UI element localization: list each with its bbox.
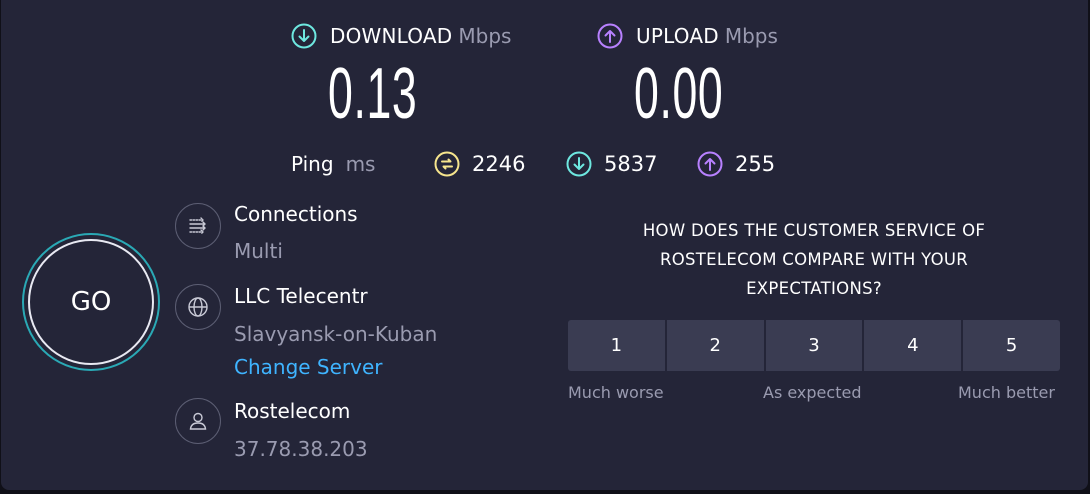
user-icon bbox=[175, 398, 221, 444]
download-value: 0.13 bbox=[328, 54, 418, 134]
go-button-label[interactable]: GO bbox=[71, 287, 112, 317]
go-button[interactable]: GO bbox=[22, 233, 160, 371]
go-button-inner[interactable]: GO bbox=[28, 239, 154, 365]
ping-upload: 255 bbox=[697, 150, 775, 178]
change-server-link[interactable]: Change Server bbox=[234, 355, 383, 379]
download-unit: Mbps bbox=[458, 24, 512, 48]
arrow-up-circle-icon bbox=[697, 151, 723, 177]
ping-jitter: 2246 bbox=[434, 150, 525, 178]
ping-download-value: 5837 bbox=[604, 152, 658, 176]
provider-ip: 37.78.38.203 bbox=[234, 437, 368, 461]
ping-upload-value: 255 bbox=[735, 152, 776, 176]
upload-value: 0.00 bbox=[634, 54, 724, 134]
speedtest-panel: DOWNLOAD Mbps 0.13 UPLOAD Mbps 0.00 Ping… bbox=[1, 0, 1088, 490]
download-metric: DOWNLOAD Mbps 0.13 bbox=[291, 22, 512, 130]
user-shape-icon bbox=[189, 412, 207, 430]
provider-name: Rostelecom bbox=[234, 399, 351, 423]
globe-icon bbox=[175, 284, 221, 330]
globe-shape-icon bbox=[188, 297, 208, 317]
upload-metric: UPLOAD Mbps 0.00 bbox=[597, 22, 778, 130]
arrow-up-circle-icon bbox=[597, 23, 623, 49]
ping-download: 5837 bbox=[566, 150, 657, 178]
ping-unit: ms bbox=[345, 152, 376, 176]
connections-icon[interactable] bbox=[175, 203, 221, 249]
upload-unit: Mbps bbox=[724, 24, 778, 48]
ping-row: Ping ms 2246 5837 255 bbox=[291, 150, 775, 178]
connections-title: Connections bbox=[234, 202, 358, 226]
upload-label: UPLOAD bbox=[636, 24, 719, 48]
survey-question: HOW DOES THE CUSTOMER SERVICE OF ROSTELE… bbox=[642, 221, 986, 298]
rating-option-3[interactable]: 3 bbox=[765, 320, 865, 371]
scale-label-mid: As expected bbox=[763, 383, 862, 402]
rating-option-2[interactable]: 2 bbox=[666, 320, 766, 371]
ping-label: Ping bbox=[291, 152, 334, 176]
scale-label-low: Much worse bbox=[568, 383, 664, 402]
rating-option-5[interactable]: 5 bbox=[963, 320, 1060, 371]
download-label: DOWNLOAD bbox=[330, 24, 453, 48]
arrow-down-circle-icon bbox=[291, 23, 317, 49]
scale-label-high: Much better bbox=[958, 383, 1055, 402]
connections-arrows-icon bbox=[189, 217, 206, 235]
rating-option-4[interactable]: 4 bbox=[864, 320, 964, 371]
rating-option-1[interactable]: 1 bbox=[568, 320, 667, 371]
rating-scale: 1 2 3 4 5 bbox=[568, 320, 1060, 371]
server-location: Slavyansk-on-Kuban bbox=[234, 322, 438, 346]
arrow-down-circle-icon bbox=[566, 151, 592, 177]
server-name: LLC Telecentr bbox=[234, 284, 368, 308]
jitter-icon bbox=[434, 151, 460, 177]
ping-jitter-value: 2246 bbox=[472, 152, 526, 176]
connections-value[interactable]: Multi bbox=[234, 239, 283, 263]
